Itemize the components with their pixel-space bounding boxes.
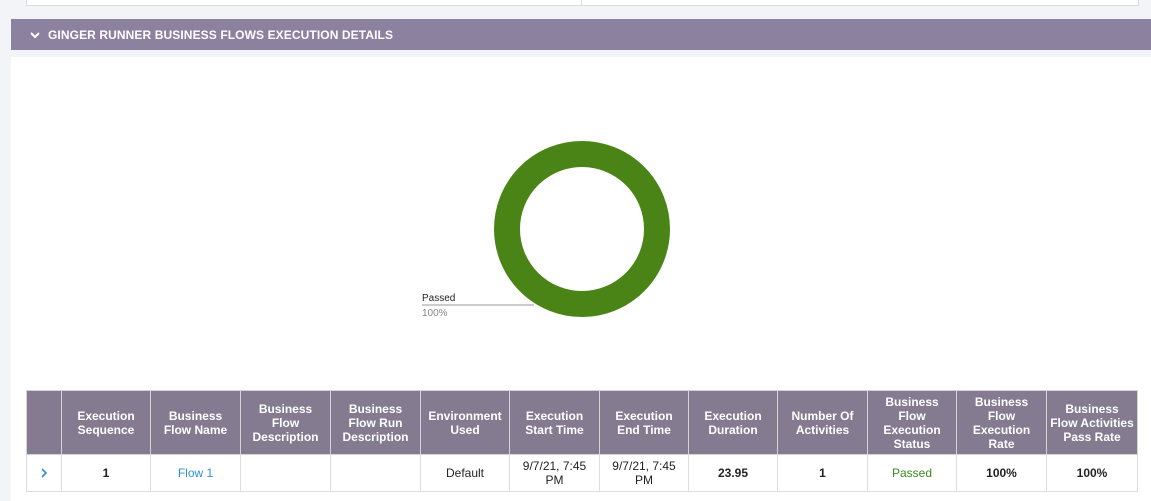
pass-rate-cell: 100% — [1046, 454, 1138, 492]
expand-cell[interactable] — [26, 454, 62, 492]
column-header-expand — [26, 390, 62, 455]
column-header-environment[interactable]: Environment Used — [420, 390, 510, 455]
column-header-sequence[interactable]: Execution Sequence — [61, 390, 151, 455]
column-header-duration[interactable]: Execution Duration — [688, 390, 778, 455]
flow-name-link[interactable]: Flow 1 — [178, 466, 213, 480]
slice-value-label: 100% — [422, 308, 448, 319]
end-time-cell: 9/7/21, 7:45 PM — [599, 454, 689, 492]
duration-cell: 23.95 — [688, 454, 778, 492]
column-header-activities[interactable]: Number Of Activities — [777, 390, 868, 455]
status-cell: Passed — [867, 454, 957, 492]
flow-name-cell: Flow 1 — [150, 454, 241, 492]
slice-label: Passed — [422, 293, 455, 304]
column-header-pass-rate[interactable]: Business Flow Activities Pass Rate — [1046, 390, 1138, 455]
section-title: GINGER RUNNER BUSINESS FLOWS EXECUTION D… — [48, 27, 394, 42]
previous-table-bottom — [26, 0, 1139, 6]
table-header-row: Execution Sequence Business Flow Name Bu… — [26, 390, 1138, 455]
section-header[interactable]: GINGER RUNNER BUSINESS FLOWS EXECUTION D… — [11, 19, 1151, 50]
chevron-right-icon[interactable] — [40, 465, 48, 481]
donut-chart-svg: Passed 100% — [422, 141, 670, 319]
column-header-execution-rate[interactable]: Business Flow Execution Rate — [956, 390, 1047, 455]
donut-slice-passed[interactable] — [494, 141, 670, 317]
environment-cell: Default — [420, 454, 510, 492]
run-description-cell — [330, 454, 421, 492]
chevron-down-icon[interactable] — [28, 28, 42, 42]
table-divider — [581, 0, 582, 5]
column-header-flow-name[interactable]: Business Flow Name — [150, 390, 241, 455]
activities-cell: 1 — [777, 454, 868, 492]
execution-rate-cell: 100% — [956, 454, 1047, 492]
start-time-cell: 9/7/21, 7:45 PM — [509, 454, 600, 492]
column-header-start-time[interactable]: Execution Start Time — [509, 390, 600, 455]
table-row: 1 Flow 1 Default 9/7/21, 7:45 PM 9/7/21,… — [26, 454, 1138, 492]
business-flows-table: Execution Sequence Business Flow Name Bu… — [26, 390, 1138, 492]
execution-details-panel: Passed 100% Execution Sequence Business … — [11, 57, 1151, 501]
column-header-description[interactable]: Business Flow Description — [240, 390, 331, 455]
description-cell — [240, 454, 331, 492]
column-header-run-description[interactable]: Business Flow Run Description — [330, 390, 421, 455]
column-header-end-time[interactable]: Execution End Time — [599, 390, 689, 455]
column-header-status[interactable]: Business Flow Execution Status — [867, 390, 957, 455]
sequence-cell: 1 — [61, 454, 151, 492]
status-donut-chart: Passed 100% — [11, 57, 1151, 377]
